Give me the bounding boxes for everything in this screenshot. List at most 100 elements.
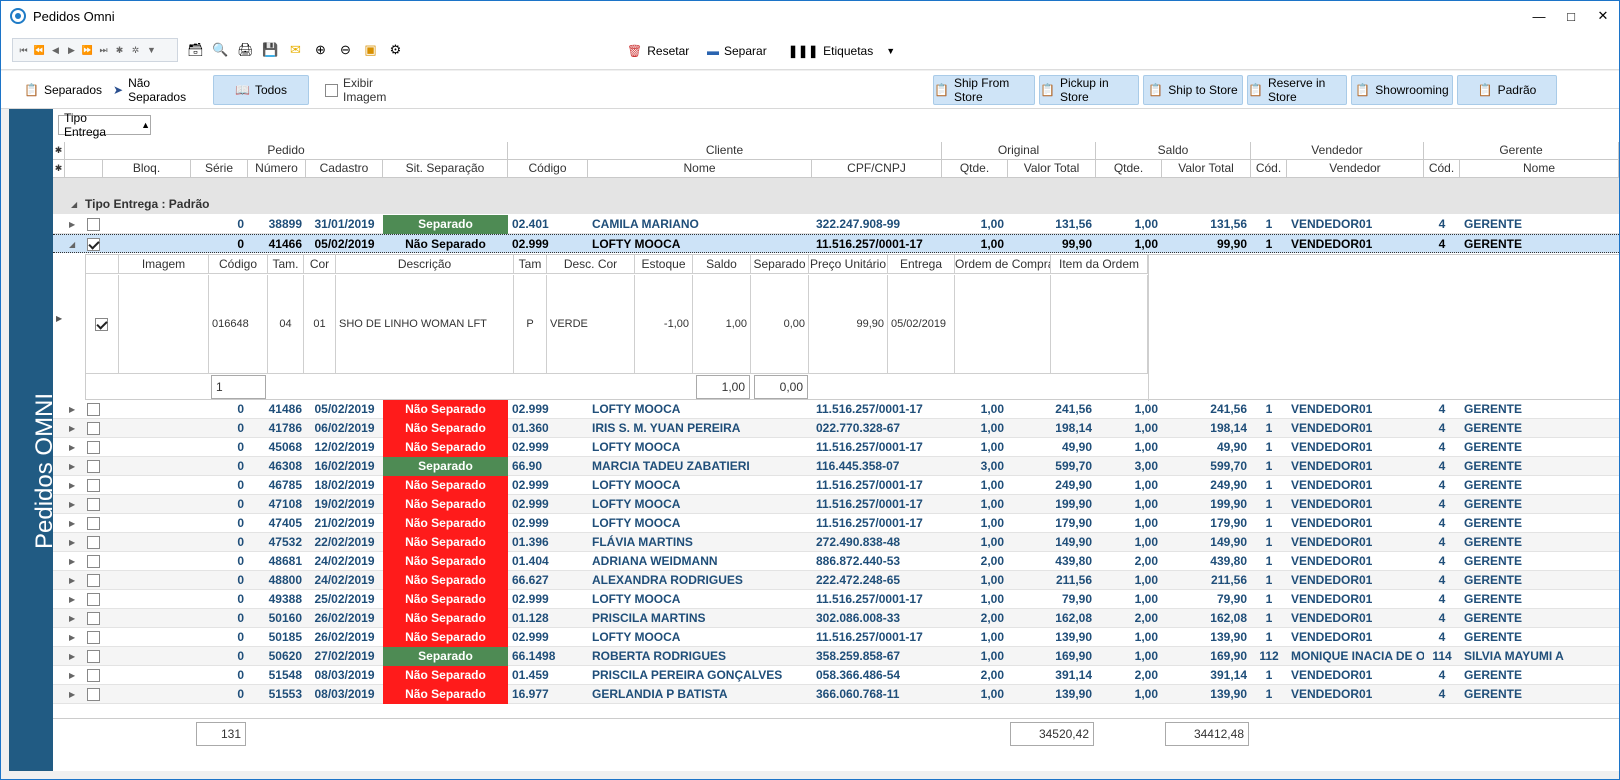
expand-row-icon[interactable]: ▶ (69, 215, 75, 234)
layout-icon[interactable]: ▣ (361, 40, 380, 59)
separate-button[interactable]: ▬ Separar (707, 40, 767, 62)
row-checkbox[interactable] (87, 631, 100, 644)
expand-row-icon[interactable]: ▶ (69, 685, 75, 704)
detail-header-imagem[interactable]: Imagem (119, 255, 209, 274)
expand-row-icon[interactable]: ▶ (69, 476, 75, 495)
header-saldo-valor[interactable]: Valor Total (1162, 160, 1251, 178)
header-nome[interactable]: Nome (588, 160, 812, 178)
header-cadastro[interactable]: Cadastro (306, 160, 383, 178)
show-image-toggle[interactable]: Exibir Imagem (325, 75, 415, 105)
reserve-in-store-button[interactable]: 📋 Reserve in Store (1247, 75, 1347, 105)
expand-row-icon[interactable]: ▶ (69, 400, 75, 419)
reset-button[interactable]: 🗑 Resetar (627, 40, 689, 62)
expand-row-icon[interactable]: ▶ (69, 495, 75, 514)
table-row[interactable]: ▶ Não Separado 0 41486 05/02/2019 02.999 LOFTY… (53, 400, 1619, 419)
next-record-icon[interactable]: ▶ (65, 45, 78, 56)
table-row[interactable]: ▶ Não Separado 0 41786 06/02/2019 01.360 IRIS … (53, 419, 1619, 438)
export-icon[interactable]: 💾 (261, 40, 280, 59)
row-checkbox[interactable] (87, 517, 100, 530)
row-checkbox[interactable] (87, 612, 100, 625)
maximize-icon[interactable]: □ (1555, 1, 1587, 31)
table-row[interactable]: ▶ Não Separado 0 47108 19/02/2019 02.999 LOFTY… (53, 495, 1619, 514)
first-page-icon[interactable]: ⏮ (17, 45, 30, 56)
row-checkbox[interactable] (87, 498, 100, 511)
header-sit-separacao[interactable]: Sit. Separação (383, 160, 508, 178)
ship-from-store-button[interactable]: 📋 Ship From Store (933, 75, 1035, 105)
filter-not-separated-button[interactable]: ➤ Não Separados (113, 75, 209, 105)
collapse-row-icon[interactable]: ◢ (69, 235, 75, 254)
expand-row-icon[interactable]: ▶ (69, 533, 75, 552)
delete-icon[interactable]: ✲ (129, 45, 142, 56)
insert-icon[interactable]: ✱ (113, 45, 126, 56)
detail-header-desc-cor[interactable]: Desc. Cor (547, 255, 635, 274)
table-row[interactable]: ▶ Separado 0 46308 16/02/2019 66.90 MARCIA TAD… (53, 457, 1619, 476)
detail-header-ordem[interactable]: Ordem de Compra (955, 255, 1051, 274)
expand-row-icon[interactable]: ▶ (69, 438, 75, 457)
table-row[interactable]: ▶ Separado 0 38899 31/01/2019 02.401 CAMILA MA… (53, 215, 1619, 234)
detail-header-codigo[interactable]: Código (209, 255, 268, 274)
group-by-box[interactable]: Tipo Entrega ▲ (58, 111, 151, 139)
row-checkbox[interactable] (87, 593, 100, 606)
header-bloq[interactable]: Bloq. (103, 160, 191, 178)
table-row[interactable]: ▶ Não Separado 0 47405 21/02/2019 02.999 LOFTY… (53, 514, 1619, 533)
expand-row-icon[interactable]: ▶ (69, 552, 75, 571)
email-icon[interactable]: ✉ (286, 40, 305, 59)
detail-header-cor[interactable]: Cor (304, 255, 336, 274)
header-ger-cod[interactable]: Cód. (1424, 160, 1460, 178)
detail-header-entrega[interactable]: Entrega (888, 255, 955, 274)
detail-header-saldo[interactable]: Saldo (693, 255, 751, 274)
header-vendedor[interactable]: Vendedor (1287, 160, 1424, 178)
header-numero[interactable]: Número (248, 160, 306, 178)
row-checkbox[interactable] (87, 688, 100, 701)
detail-header-tam[interactable]: Tam. (268, 255, 304, 274)
table-row[interactable]: ▶ Não Separado 0 45068 12/02/2019 02.999 LOFTY… (53, 438, 1619, 457)
table-row[interactable]: ▶ Não Separado 0 48800 24/02/2019 66.627 ALEXA… (53, 571, 1619, 590)
show-image-checkbox[interactable] (325, 83, 338, 97)
expand-row-icon[interactable]: ▶ (69, 666, 75, 685)
detail-header-estoque[interactable]: Estoque (635, 255, 693, 274)
zoom-in-icon[interactable]: ⊕ (311, 40, 330, 59)
ship-to-store-button[interactable]: 📋 Ship to Store (1143, 75, 1243, 105)
prev-record-icon[interactable]: ◀ (49, 45, 62, 56)
row-checkbox[interactable] (87, 422, 100, 435)
table-row[interactable]: ▶ Não Separado 0 49388 25/02/2019 02.999 LOFTY… (53, 590, 1619, 609)
detail-header-item[interactable]: Item da Ordem (1051, 255, 1148, 274)
filter-icon[interactable]: ▼ (145, 45, 158, 55)
settings-icon[interactable]: ⚙ (386, 40, 405, 59)
filter-separated-button[interactable]: 📋 Separados (23, 75, 103, 105)
expand-row-icon[interactable]: ▶ (69, 590, 75, 609)
labels-button[interactable]: ❚❚❚ Etiquetas ▼ (788, 40, 895, 62)
expand-row-icon[interactable]: ▶ (69, 628, 75, 647)
header-valor-total[interactable]: Valor Total (1008, 160, 1096, 178)
close-icon[interactable]: ✕ (1587, 1, 1619, 31)
pickup-in-store-button[interactable]: 📋 Pickup in Store (1039, 75, 1139, 105)
expand-row-icon[interactable]: ▶ (69, 419, 75, 438)
header-saldo-qtde[interactable]: Qtde. (1096, 160, 1162, 178)
next-page-icon[interactable]: ⏩ (81, 45, 94, 56)
table-row[interactable]: ▶ Não Separado 0 47532 22/02/2019 01.396 FLÁVI… (53, 533, 1619, 552)
row-checkbox[interactable] (87, 555, 100, 568)
properties-icon[interactable]: 🗃 (186, 40, 205, 59)
expand-row-icon[interactable]: ▶ (69, 609, 75, 628)
padrao-button[interactable]: 📋 Padrão (1457, 75, 1557, 105)
table-row[interactable]: ▶ Separado 0 50620 27/02/2019 66.1498 ROBERTA … (53, 647, 1619, 666)
header-serie[interactable]: Série (191, 160, 248, 178)
row-checkbox[interactable] (87, 218, 100, 231)
row-checkbox[interactable] (87, 403, 100, 416)
table-row[interactable]: ▶ Não Separado 0 50160 26/02/2019 01.128 PRISC… (53, 609, 1619, 628)
expand-row-icon[interactable]: ▶ (69, 647, 75, 666)
detail-header-preco[interactable]: Preço Unitário (809, 255, 888, 274)
row-checkbox[interactable] (87, 536, 100, 549)
expand-row-icon[interactable]: ▶ (69, 514, 75, 533)
detail-row-checkbox[interactable] (95, 317, 108, 331)
detail-header-separado[interactable]: Separado (751, 255, 809, 274)
row-checkbox[interactable] (87, 669, 100, 682)
row-checkbox[interactable] (87, 479, 100, 492)
expand-row-icon[interactable]: ▶ (69, 571, 75, 590)
header-qtde[interactable]: Qtde. (942, 160, 1008, 178)
group-row[interactable]: ◢ Tipo Entrega : Padrão (53, 178, 1619, 214)
header-codigo[interactable]: Código (508, 160, 588, 178)
row-checkbox[interactable] (87, 238, 100, 251)
last-page-icon[interactable]: ⏭ (97, 45, 110, 56)
header-vend-cod[interactable]: Cód. (1251, 160, 1287, 178)
